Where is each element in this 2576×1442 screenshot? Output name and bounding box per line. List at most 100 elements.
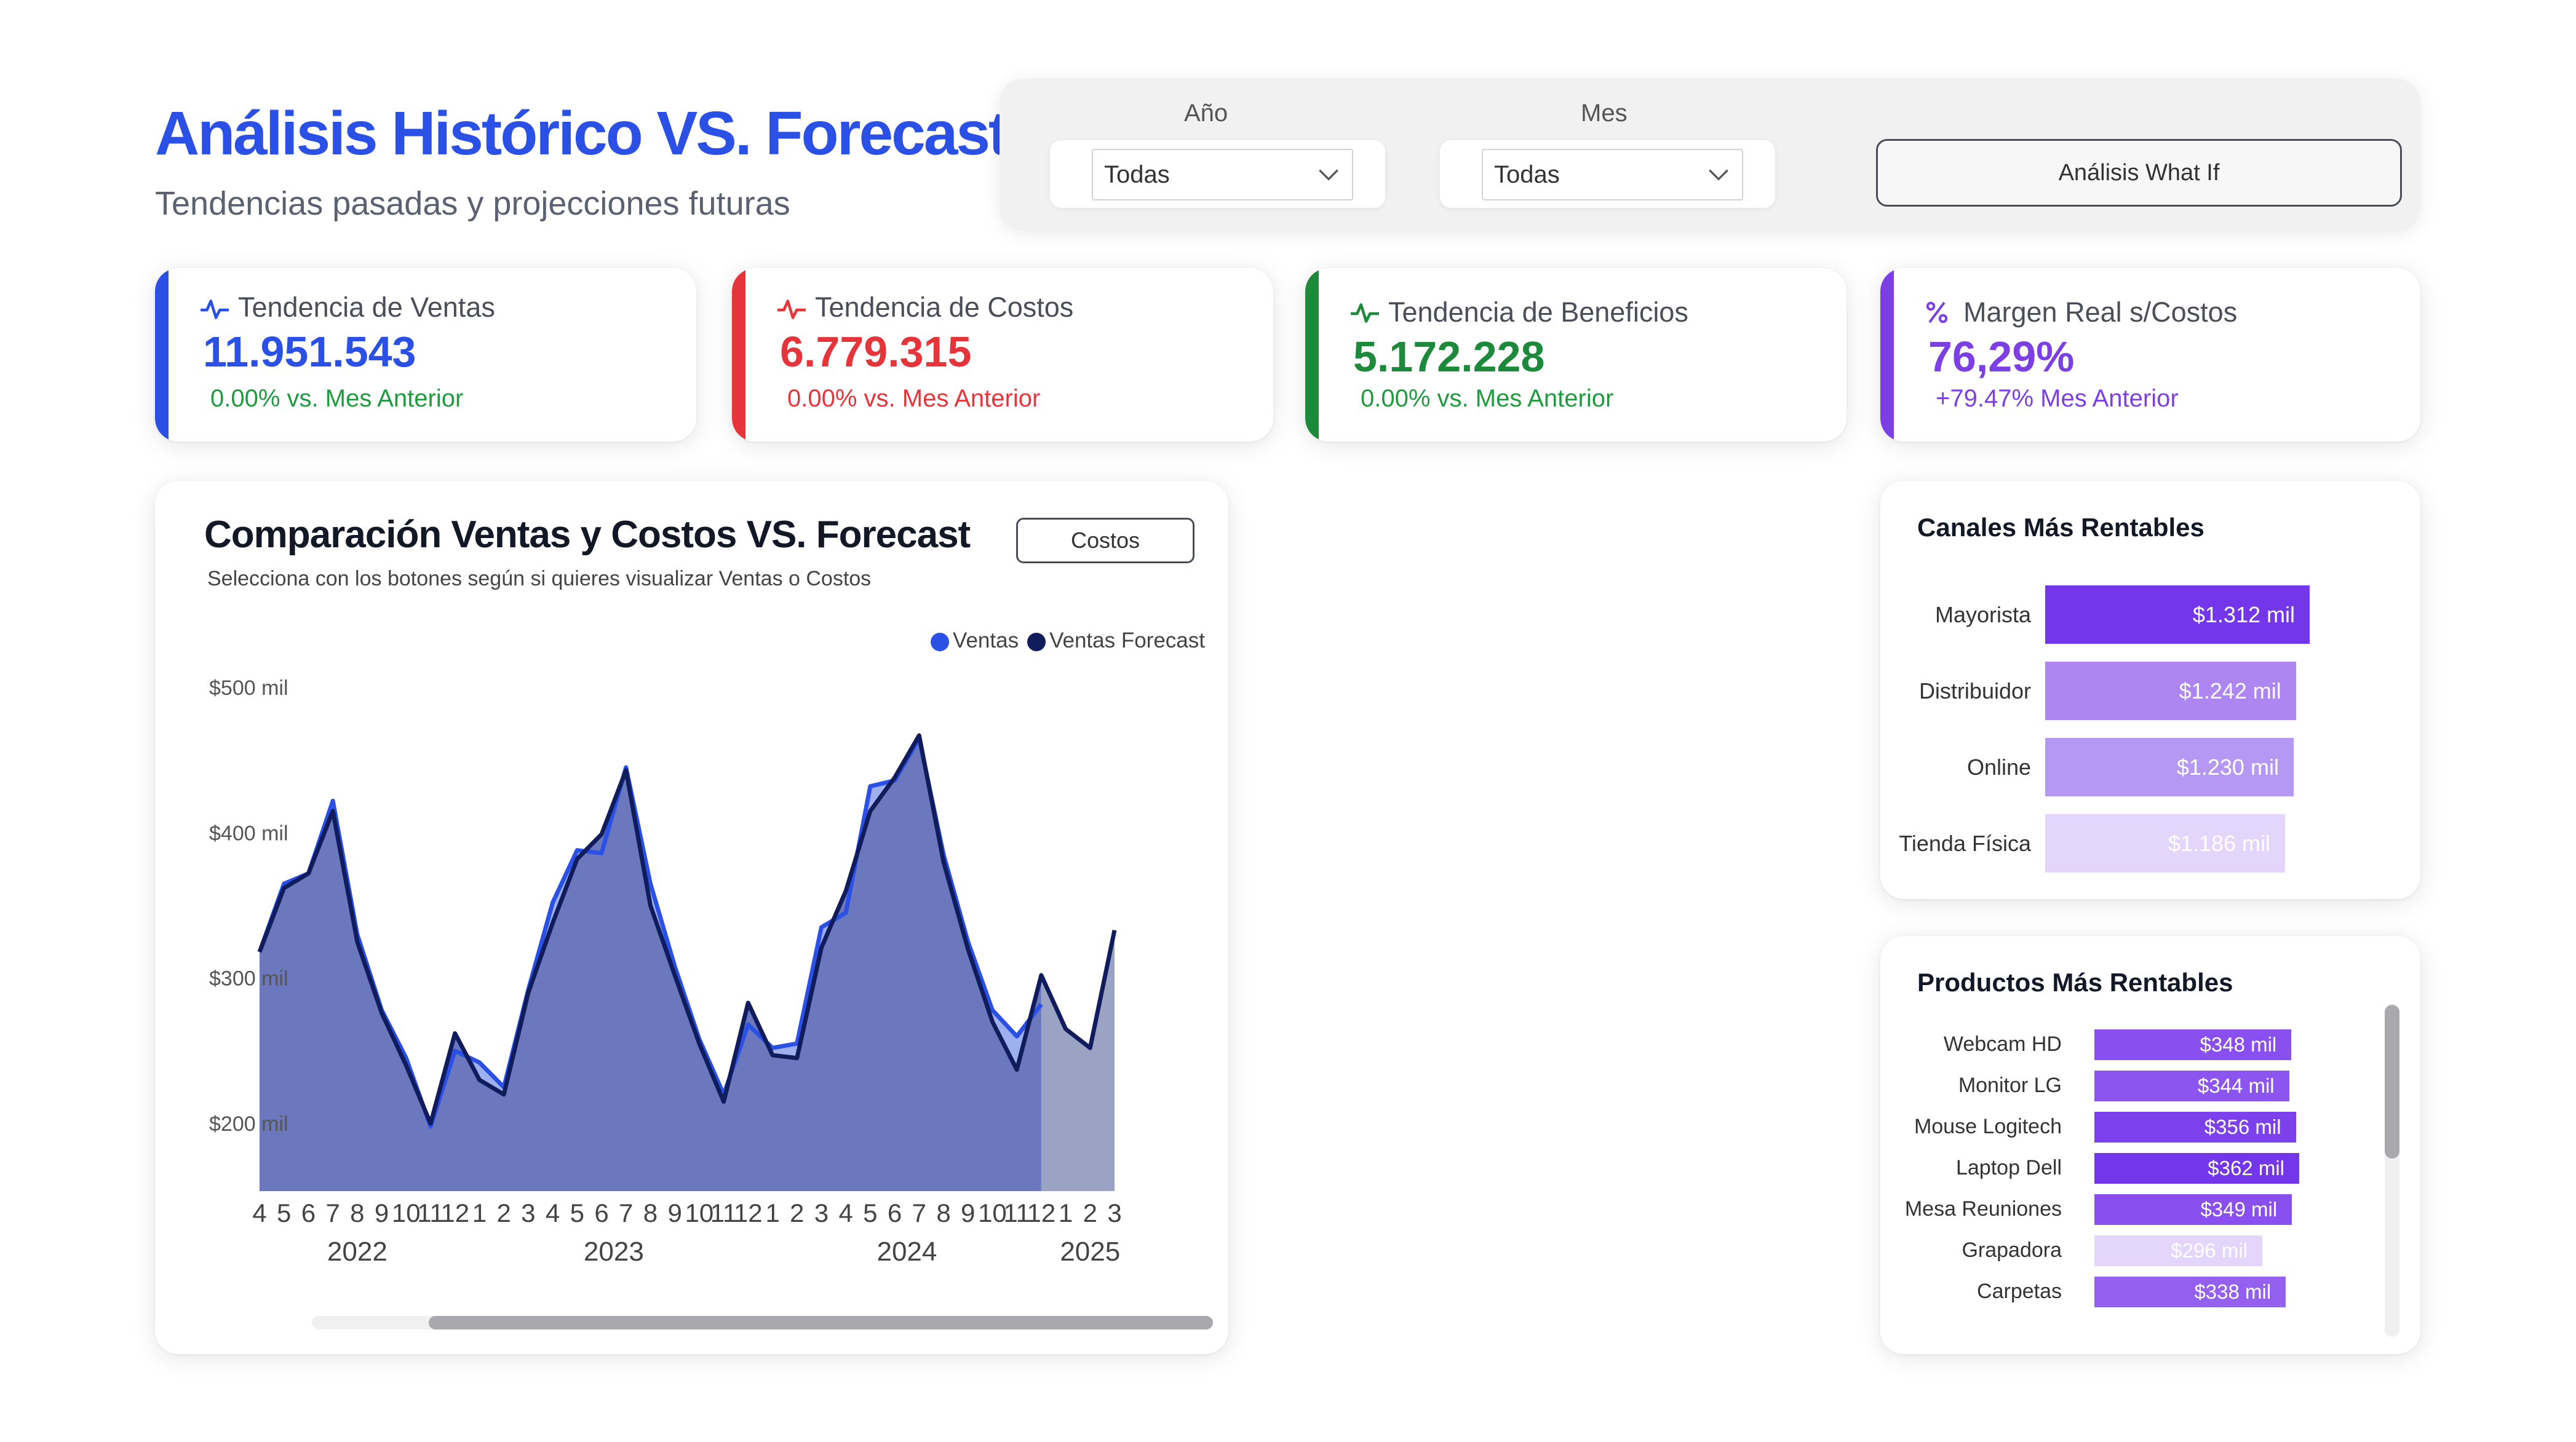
x-tick-label: 11 (710, 1198, 737, 1227)
kpi-accent-bar (1880, 268, 1894, 442)
forecast-overlap-area (260, 735, 1041, 1191)
channels-title: Canales Más Rentables (1917, 513, 2204, 542)
x-tick-label: 1 (472, 1198, 487, 1227)
kpi-value: 6.779.315 (780, 328, 972, 376)
bar[interactable]: $349 mil (2094, 1194, 2292, 1225)
legend-item-ventas-forecast[interactable]: Ventas Forecast (1027, 628, 1205, 653)
bar[interactable]: $1.186 mil (2045, 814, 2285, 873)
kpi-label: Tendencia de Ventas (238, 291, 495, 323)
x-tick-label: 7 (619, 1198, 633, 1227)
chart-legend: Ventas Ventas Forecast (931, 628, 1205, 653)
bar-row[interactable]: Laptop Dell $362 mil (1880, 1153, 2420, 1184)
bar[interactable]: $1.242 mil (2045, 662, 2296, 720)
kpi-label: Margen Real s/Costos (1963, 296, 2238, 328)
kpi-accent-bar (732, 268, 745, 442)
month-filter-label: Mes (1581, 100, 1628, 127)
chart-title: Comparación Ventas y Costos VS. Forecast (204, 513, 971, 556)
bar-row[interactable]: Webcam HD $348 mil (1880, 1029, 2420, 1060)
legend-label: Ventas Forecast (1049, 628, 1205, 652)
bar[interactable]: $296 mil (2094, 1235, 2262, 1266)
kpi-card-sales: Tendencia de Ventas 11.951.543 0.00% vs.… (155, 268, 696, 442)
page-title: Análisis Histórico VS. Forecast (155, 99, 1009, 168)
legend-item-ventas[interactable]: Ventas (931, 628, 1019, 653)
bar-row[interactable]: Online $1.230 mil (1880, 738, 2420, 796)
top-channels-card: Canales Más Rentables Mayorista $1.312 mi… (1880, 481, 2420, 899)
bar-row[interactable]: Mesa Reuniones $349 mil (1880, 1194, 2420, 1225)
bar-label: Mesa Reuniones (1904, 1197, 2062, 1221)
costos-toggle-button[interactable]: Costos (1016, 518, 1195, 563)
x-tick-label: 2 (790, 1198, 804, 1227)
bar-label: Mayorista (1934, 601, 2031, 627)
chevron-down-icon (1319, 169, 1338, 181)
filter-bar: Año Todas Mes Todas Análisis What If (1000, 79, 2420, 231)
bar[interactable]: $1.312 mil (2045, 585, 2310, 644)
kpi-accent-bar (155, 268, 169, 442)
x-tick-label: 12 (1027, 1198, 1055, 1227)
x-tick-label: 4 (546, 1198, 560, 1227)
kpi-accent-bar (1305, 268, 1319, 442)
x-tick-label: 3 (521, 1198, 535, 1227)
bar-label: Mouse Logitech (1914, 1115, 2062, 1139)
bar-label: Online (1966, 754, 2031, 780)
month-select-value: Todas (1494, 160, 1560, 188)
chevron-down-icon (1709, 169, 1728, 181)
bar-row[interactable]: Tienda Física $1.186 mil (1880, 814, 2420, 873)
kpi-card-margin: Margen Real s/Costos 76,29% +79.47% Mes … (1880, 268, 2420, 442)
x-tick-label: 4 (252, 1198, 266, 1227)
page-subtitle: Tendencias pasadas y projecciones futura… (155, 185, 790, 222)
bar-row[interactable]: Carpetas $338 mil (1880, 1277, 2420, 1307)
x-tick-label: 6 (594, 1198, 608, 1227)
bar-label: Carpetas (1977, 1280, 2062, 1304)
x-tick-label: 3 (814, 1198, 829, 1227)
x-tick-label: 5 (863, 1198, 877, 1227)
month-filter-box: Todas (1440, 140, 1775, 208)
bar-label: Distribuidor (1918, 678, 2031, 703)
chart-subtitle: Selecciona con los botones según si quie… (207, 567, 872, 590)
top-products-card: Productos Más Rentables Webcam HD $348 mi… (1880, 936, 2420, 1354)
kpi-label: Tendencia de Costos (815, 291, 1074, 323)
kpi-value: 5.172.228 (1353, 333, 1545, 381)
bar-row[interactable]: Monitor LG $344 mil (1880, 1071, 2420, 1101)
year-filter-box: Todas (1050, 140, 1385, 208)
chart-scrollbar-thumb[interactable] (429, 1316, 1213, 1329)
forecast-area (1041, 930, 1115, 1191)
x-year-label: 2024 (877, 1237, 937, 1267)
bar-row[interactable]: Mouse Logitech $356 mil (1880, 1112, 2420, 1143)
year-select[interactable]: Todas (1092, 149, 1353, 200)
bar[interactable]: $348 mil (2094, 1029, 2292, 1060)
x-tick-label: 5 (277, 1198, 291, 1227)
pulse-icon (201, 299, 229, 319)
pulse-icon (777, 299, 806, 319)
bar[interactable]: $356 mil (2094, 1112, 2296, 1143)
x-year-label: 2022 (327, 1237, 388, 1267)
kpi-delta: 0.00% vs. Mes Anterior (210, 385, 464, 412)
x-tick-label: 4 (838, 1198, 853, 1227)
x-tick-label: 12 (734, 1198, 763, 1227)
x-tick-label: 1 (765, 1198, 779, 1227)
x-tick-label: 2 (1083, 1198, 1097, 1227)
bar[interactable]: $362 mil (2094, 1153, 2299, 1184)
year-filter-label: Año (1184, 100, 1228, 127)
x-tick-label: 10 (392, 1198, 421, 1227)
year-select-value: Todas (1104, 160, 1170, 188)
products-scrollbar-thumb[interactable] (2385, 1005, 2399, 1159)
y-tick-label: $400 mil (209, 822, 288, 845)
bar[interactable]: $1.230 mil (2045, 738, 2294, 796)
whatif-analysis-button[interactable]: Análisis What If (1876, 139, 2402, 207)
x-tick-label: 1 (1059, 1198, 1073, 1227)
y-tick-label: $300 mil (209, 967, 288, 991)
x-year-label: 2023 (584, 1237, 644, 1267)
x-tick-label: 6 (301, 1198, 316, 1227)
bar-label: Laptop Dell (1955, 1156, 2062, 1180)
month-select[interactable]: Todas (1482, 149, 1743, 200)
bar-label: Monitor LG (1958, 1074, 2062, 1098)
bar[interactable]: $338 mil (2094, 1277, 2286, 1307)
x-tick-label: 8 (643, 1198, 658, 1227)
bar-row[interactable]: Distribuidor $1.242 mil (1880, 662, 2420, 720)
bar-row[interactable]: Grapadora $296 mil (1880, 1235, 2420, 1266)
bar[interactable]: $344 mil (2094, 1071, 2289, 1101)
kpi-label: Tendencia de Beneficios (1388, 296, 1688, 328)
bar-row[interactable]: Mayorista $1.312 mil (1880, 585, 2420, 644)
x-tick-label: 11 (417, 1198, 444, 1227)
products-scrollbar[interactable] (2385, 1005, 2399, 1337)
